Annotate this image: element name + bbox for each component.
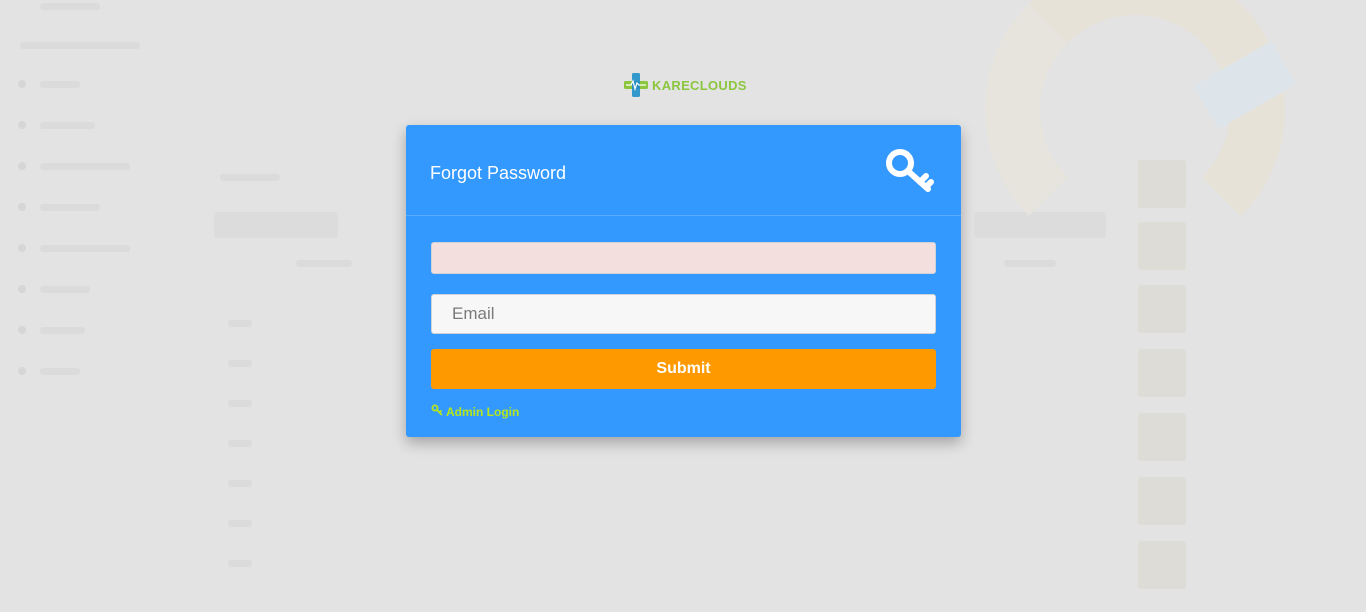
brand-logo: KARECLOUDS <box>623 72 747 98</box>
alert-field[interactable] <box>431 242 936 274</box>
brand-name: KARECLOUDS <box>652 77 747 93</box>
key-icon <box>884 147 936 197</box>
forgot-password-modal: Forgot Password Submit <box>406 125 961 437</box>
key-icon <box>431 404 443 419</box>
admin-login-link[interactable]: Admin Login <box>431 404 519 419</box>
admin-login-label: Admin Login <box>446 404 520 419</box>
email-field[interactable] <box>431 294 936 334</box>
modal-header: Forgot Password <box>406 125 961 216</box>
background-sidebar <box>0 0 200 612</box>
medical-cross-icon <box>623 72 649 98</box>
modal-title: Forgot Password <box>430 163 567 183</box>
submit-button[interactable]: Submit <box>431 349 936 389</box>
